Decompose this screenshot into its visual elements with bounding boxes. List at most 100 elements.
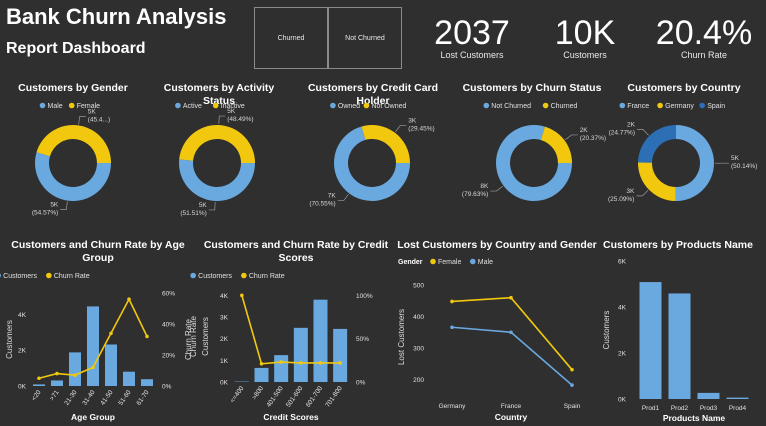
- churn-rate-point: [91, 365, 95, 370]
- donut-data-label: 3K: [626, 188, 635, 195]
- donut-leader-line: [565, 134, 578, 140]
- donut-data-label: (50.14%): [731, 163, 757, 170]
- y2-tick-label: 40%: [162, 322, 175, 329]
- bar-prod3: [697, 392, 720, 399]
- bar-501-600: [293, 327, 308, 382]
- x-tick-label: 31-40: [81, 389, 96, 407]
- x-tick-label: 601-700: [305, 385, 325, 409]
- dashboard-charts: Male Female5K(54.57%)5K(45.4...)Active Ina…: [0, 102, 757, 423]
- donut-data-label: 8K: [480, 183, 489, 190]
- y2-tick-label: 20%: [162, 353, 175, 360]
- legend-label: Owned: [338, 103, 360, 110]
- churn-rate-point: [73, 373, 77, 377]
- donut-slice-not-owned: [361, 125, 410, 163]
- legend-marker: [175, 102, 181, 109]
- bar->71: [51, 380, 63, 386]
- bar-701-800: [333, 328, 348, 382]
- y2-tick-label: 0%: [162, 384, 172, 391]
- donut-data-label: 5K: [731, 155, 740, 162]
- x-tick-label: 401-500: [265, 385, 285, 409]
- churn-rate-point: [109, 331, 113, 336]
- series-point: [450, 299, 454, 304]
- churn-rate-point: [37, 376, 41, 381]
- donut-leader-line: [218, 115, 226, 125]
- x-axis-title: Country: [495, 412, 528, 422]
- legend-marker: [212, 102, 219, 109]
- donut-data-label: (24.77%): [609, 130, 635, 137]
- x-tick-label: France: [501, 403, 522, 410]
- x-tick-label: Prod3: [700, 405, 718, 412]
- legend-marker: [0, 273, 1, 278]
- donut-leader-line: [490, 186, 503, 192]
- x-tick-label: <=400: [229, 385, 246, 404]
- x-tick-label: >800: [251, 385, 265, 401]
- donut-slice-churned: [540, 126, 572, 163]
- bar-prod1: [639, 282, 662, 399]
- donut-leader-line: [636, 190, 649, 197]
- bar-prod2: [668, 293, 691, 399]
- donut-slice-france: [675, 125, 714, 201]
- x-tick-label: 21-30: [63, 389, 78, 407]
- donut-leader-line: [395, 125, 407, 133]
- churn-rate-point: [240, 293, 244, 298]
- y-tick-label: 0K: [618, 397, 627, 404]
- x-tick-label: 701-800: [324, 385, 344, 409]
- legend-marker: [363, 102, 370, 109]
- donut-slice-germany: [638, 162, 676, 201]
- legend-marker: [190, 272, 196, 279]
- y-tick-label: 4K: [220, 293, 229, 300]
- legend-label: Churn Rate: [54, 273, 90, 280]
- line-legend-title: Gender: [398, 259, 423, 266]
- churn-rate-point: [338, 361, 342, 365]
- donut-leader-line: [78, 116, 86, 125]
- x-tick-label: Prod2: [671, 405, 689, 412]
- series-point: [570, 383, 574, 387]
- series-point: [509, 330, 513, 335]
- legend-marker: [619, 102, 626, 109]
- donut-slice-active: [179, 159, 255, 201]
- donut-leader-line: [208, 201, 216, 211]
- donut-data-label: (45.4...): [88, 116, 110, 123]
- legend-label: Spain: [707, 103, 725, 110]
- donut-data-label: (48.49%): [227, 116, 253, 123]
- y-tick-label: 0K: [220, 380, 229, 387]
- bar-prod4: [726, 397, 749, 399]
- y-tick-label: 2K: [18, 348, 27, 355]
- x-tick-label: 501-600: [285, 385, 305, 409]
- y-tick-label: 300: [413, 346, 424, 353]
- y-tick-label: 4K: [18, 312, 27, 319]
- bar-41-50: [105, 344, 117, 386]
- y-tick-label: 6K: [618, 259, 627, 266]
- y-axis-title: Customers: [201, 317, 210, 356]
- bar-401-500: [274, 355, 289, 382]
- legend-label: Not Churned: [491, 103, 531, 110]
- donut-leader-line: [60, 201, 68, 210]
- bar-31-40: [87, 306, 99, 386]
- churn-rate-point: [145, 334, 149, 339]
- donut-data-label: 3K: [408, 117, 417, 124]
- legend-label: Active: [183, 103, 202, 110]
- y-axis-title: Lost Customers: [397, 309, 406, 365]
- donut-leader-line: [637, 129, 649, 136]
- legend-label: Male: [48, 103, 63, 110]
- y-tick-label: 400: [413, 314, 424, 321]
- legend-label: Male: [478, 259, 493, 266]
- legend-label: Germany: [665, 103, 694, 110]
- churn-rate-point: [127, 297, 131, 302]
- y2-tick-label: 50%: [356, 336, 369, 343]
- y-axis-title: Customers: [5, 320, 14, 359]
- x-tick-label: Spain: [564, 403, 581, 410]
- bar-21-30: [69, 352, 81, 386]
- x-tick-label: Prod1: [642, 405, 660, 412]
- y-tick-label: 4K: [618, 305, 627, 312]
- donut-data-label: 2K: [580, 127, 589, 134]
- donut-data-label: 5K: [199, 202, 208, 209]
- donut-data-label: (70.55%): [309, 201, 335, 208]
- donut-data-label: (79.63%): [462, 191, 488, 198]
- x-axis-title: Credit Scores: [263, 412, 319, 422]
- legend-marker: [39, 102, 46, 109]
- legend-marker: [699, 102, 705, 109]
- legend-marker: [241, 272, 247, 279]
- legend-label: Female: [438, 259, 461, 266]
- bar->800: [254, 367, 269, 382]
